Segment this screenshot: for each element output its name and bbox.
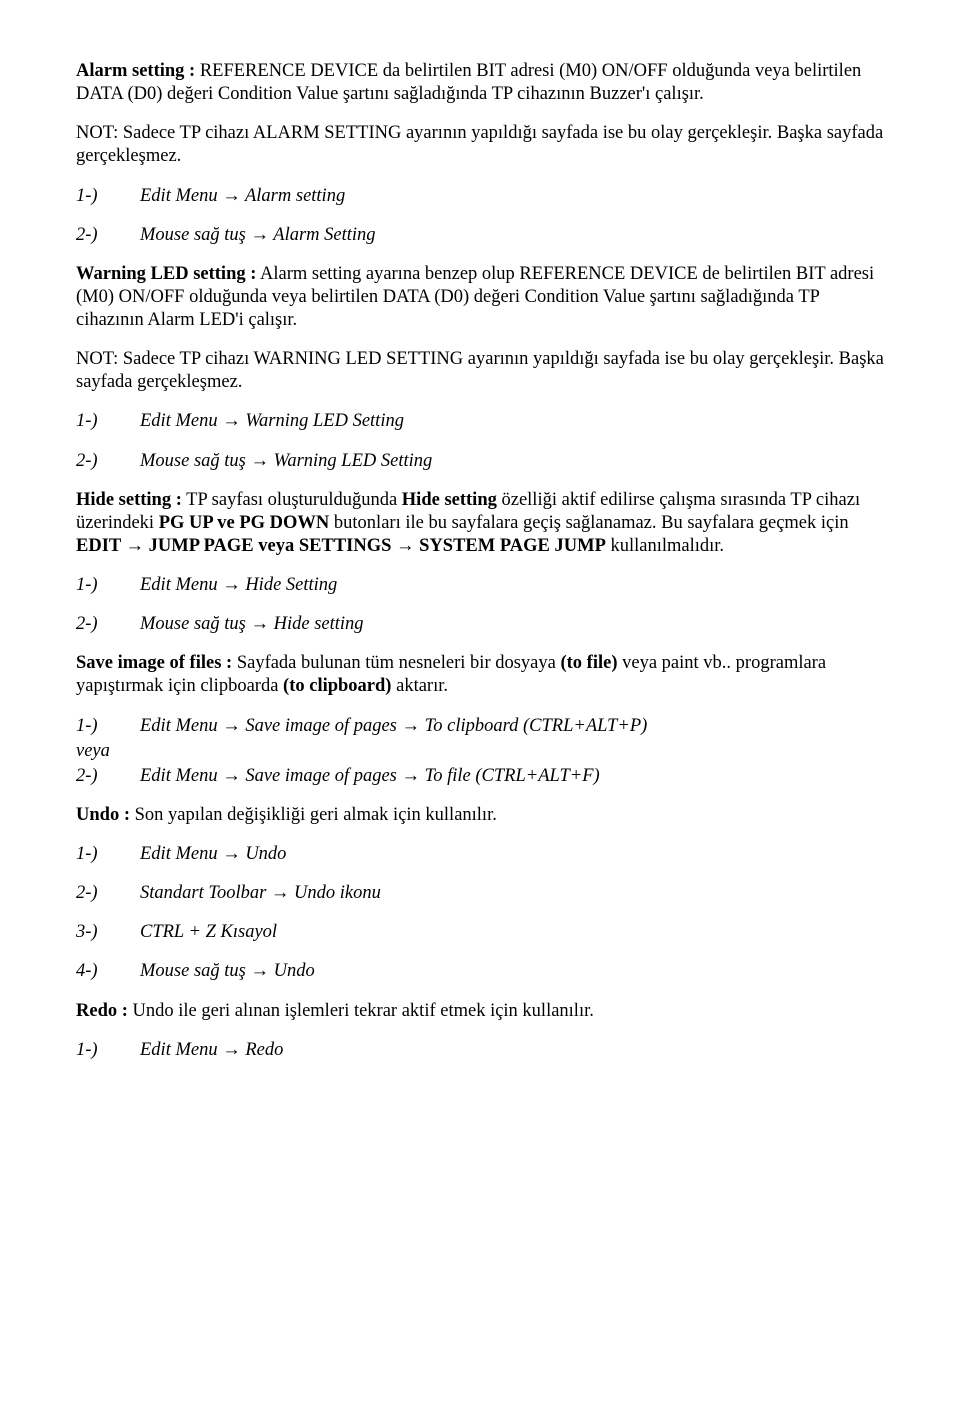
step-number: 2-): [76, 613, 140, 636]
step-1-save: 1-) Edit Menu → Save image of pages → To…: [76, 715, 884, 738]
bold-to-clipboard: (to clipboard): [283, 676, 391, 696]
bold-edit-jump: EDIT → JUMP PAGE veya SETTINGS → SYSTEM …: [76, 536, 606, 556]
step-number: 1-): [76, 574, 140, 597]
paragraph-alarm-note: NOT: Sadece TP cihazı ALARM SETTING ayar…: [76, 122, 884, 168]
paragraph-undo: Undo : Son yapılan değişikliği geri alma…: [76, 804, 884, 827]
text: Son yapılan değişikliği geri almak için …: [130, 805, 497, 825]
step-text: Edit Menu → Save image of pages → To cli…: [140, 715, 647, 738]
heading-alarm-setting: Alarm setting :: [76, 61, 195, 81]
step-2-alarm: 2-) Mouse sağ tuş → Alarm Setting: [76, 224, 884, 247]
step-number: 4-): [76, 960, 140, 983]
paragraph-hide-setting: Hide setting : TP sayfası oluşturulduğun…: [76, 489, 884, 558]
step-text: Edit Menu → Redo: [140, 1039, 283, 1062]
step-text: Mouse sağ tuş → Hide setting: [140, 613, 364, 636]
text: butonları ile bu sayfalara geçiş sağlana…: [329, 513, 848, 533]
step-1-warning: 1-) Edit Menu → Warning LED Setting: [76, 410, 884, 433]
text: TP sayfası oluşturulduğunda: [182, 490, 402, 510]
bold-pgup-pgdown: PG UP ve PG DOWN: [159, 513, 330, 533]
bold-to-file: (to file): [560, 653, 617, 673]
step-text: Standart Toolbar → Undo ikonu: [140, 882, 381, 905]
paragraph-save-image: Save image of files : Sayfada bulunan tü…: [76, 652, 884, 698]
heading-redo: Redo :: [76, 1001, 128, 1021]
step-2-undo: 2-) Standart Toolbar → Undo ikonu: [76, 882, 884, 905]
step-4-undo: 4-) Mouse sağ tuş → Undo: [76, 960, 884, 983]
step-number: 2-): [76, 765, 140, 788]
paragraph-alarm-setting: Alarm setting : REFERENCE DEVICE da beli…: [76, 60, 884, 106]
heading-hide-setting: Hide setting :: [76, 490, 182, 510]
step-text: Mouse sağ tuş → Alarm Setting: [140, 224, 376, 247]
step-text: Mouse sağ tuş → Warning LED Setting: [140, 450, 432, 473]
step-number: 1-): [76, 185, 140, 208]
step-text: Edit Menu → Warning LED Setting: [140, 410, 404, 433]
step-text: Edit Menu → Alarm setting: [140, 185, 345, 208]
step-1-alarm: 1-) Edit Menu → Alarm setting: [76, 185, 884, 208]
step-number: 1-): [76, 843, 140, 866]
step-text: Edit Menu → Undo: [140, 843, 286, 866]
step-1-redo: 1-) Edit Menu → Redo: [76, 1039, 884, 1062]
paragraph-redo: Redo : Undo ile geri alınan işlemleri te…: [76, 1000, 884, 1023]
step-1-hide: 1-) Edit Menu → Hide Setting: [76, 574, 884, 597]
step-1-undo: 1-) Edit Menu → Undo: [76, 843, 884, 866]
step-3-undo: 3-) CTRL + Z Kısayol: [76, 921, 884, 944]
text: Sayfada bulunan tüm nesneleri bir dosyay…: [232, 653, 560, 673]
text-veya: veya: [76, 740, 884, 763]
step-2-hide: 2-) Mouse sağ tuş → Hide setting: [76, 613, 884, 636]
step-number: 1-): [76, 715, 140, 738]
step-number: 2-): [76, 224, 140, 247]
step-2-warning: 2-) Mouse sağ tuş → Warning LED Setting: [76, 450, 884, 473]
bold-hide-setting: Hide setting: [402, 490, 497, 510]
paragraph-warning-led: Warning LED setting : Alarm setting ayar…: [76, 263, 884, 332]
step-number: 2-): [76, 882, 140, 905]
step-text: Edit Menu → Save image of pages → To fil…: [140, 765, 600, 788]
step-text: Edit Menu → Hide Setting: [140, 574, 337, 597]
text: kullanılmalıdır.: [606, 536, 724, 556]
step-number: 1-): [76, 1039, 140, 1062]
heading-warning-led: Warning LED setting :: [76, 264, 256, 284]
heading-undo: Undo :: [76, 805, 130, 825]
step-number: 2-): [76, 450, 140, 473]
step-text: CTRL + Z Kısayol: [140, 921, 277, 944]
step-2-save: 2-) Edit Menu → Save image of pages → To…: [76, 765, 884, 788]
step-text: Mouse sağ tuş → Undo: [140, 960, 315, 983]
text: Undo ile geri alınan işlemleri tekrar ak…: [128, 1001, 594, 1021]
step-number: 1-): [76, 410, 140, 433]
text: aktarır.: [391, 676, 448, 696]
heading-save-image: Save image of files :: [76, 653, 232, 673]
step-number: 3-): [76, 921, 140, 944]
paragraph-warning-note: NOT: Sadece TP cihazı WARNING LED SETTIN…: [76, 348, 884, 394]
